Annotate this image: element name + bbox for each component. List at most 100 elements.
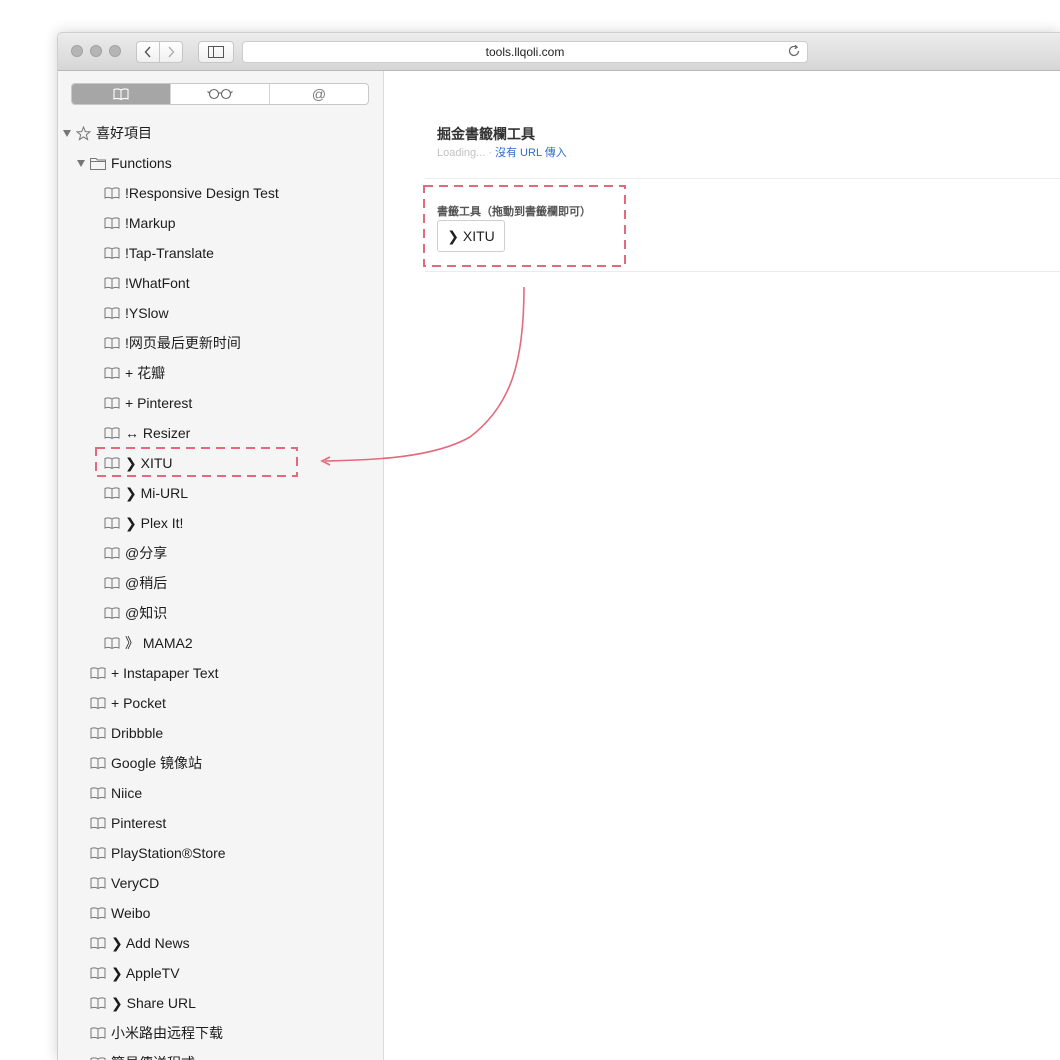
bookmark-item[interactable]: Niice [90, 778, 142, 808]
bookmark-label: !YSlow [125, 305, 169, 321]
open-book-icon [90, 877, 106, 889]
tab-shared-links[interactable]: @ [269, 84, 368, 104]
separator-dot: · [488, 147, 492, 159]
open-book-icon [104, 427, 120, 439]
close-window-button[interactable] [71, 45, 83, 57]
bookmark-item[interactable]: ❯ Plex It! [104, 508, 183, 538]
open-book-icon [90, 697, 106, 709]
bookmark-label: Niice [111, 785, 143, 801]
open-book-icon [104, 607, 120, 619]
open-book-icon [104, 517, 120, 529]
bookmark-item[interactable]: @稍后 [104, 568, 167, 598]
browser-window: tools.llqoli.com @ 喜好項目 Functions !Respons… [57, 32, 1060, 1060]
bookmarks-sidebar: @ 喜好項目 Functions !Responsive Design Test !M… [58, 71, 384, 1060]
open-book-icon [90, 667, 106, 679]
bookmark-label: Weibo [111, 905, 151, 921]
bookmark-item[interactable]: + Instapaper Text [90, 658, 219, 688]
bookmark-item[interactable]: ❯ Mi-URL [104, 478, 188, 508]
bookmark-item[interactable]: Dribbble [90, 718, 163, 748]
bookmark-label: !Markup [125, 215, 176, 231]
bookmark-item[interactable]: !Markup [104, 208, 176, 238]
bookmark-item[interactable]: Pinterest [90, 808, 166, 838]
bookmark-item[interactable]: ❯ AppleTV [90, 958, 180, 988]
zoom-window-button[interactable] [109, 45, 121, 57]
open-book-icon [104, 397, 120, 409]
disclosure-triangle-icon[interactable] [63, 129, 71, 137]
bookmark-label: ❯ AppleTV [111, 964, 180, 981]
open-book-icon [104, 637, 120, 649]
bookmark-item[interactable]: @知识 [104, 598, 167, 628]
divider [425, 178, 1060, 179]
bookmark-item[interactable]: ↔ Resizer [104, 418, 190, 448]
bookmark-item[interactable]: 》 MAMA2 [104, 628, 193, 658]
open-book-icon [90, 937, 106, 949]
open-book-icon [90, 907, 106, 919]
forward-button[interactable] [159, 41, 183, 63]
open-book-icon [104, 457, 120, 469]
star-icon [76, 125, 91, 141]
bookmark-item[interactable]: !WhatFont [104, 268, 190, 298]
open-book-icon [104, 217, 120, 229]
bookmark-item[interactable]: + Pinterest [104, 388, 192, 418]
bookmark-item[interactable]: ❯ Add News [90, 928, 190, 958]
glasses-icon [207, 88, 233, 100]
bookmark-item[interactable]: ❯ XITU [104, 448, 173, 478]
open-book-icon [90, 787, 106, 799]
chevron-right-icon [168, 46, 175, 58]
xitu-bookmarklet-button[interactable]: ❯ XITU [437, 220, 505, 252]
bookmark-item[interactable]: !Responsive Design Test [104, 178, 279, 208]
tab-bookmarks[interactable] [72, 84, 170, 104]
url-text: tools.llqoli.com [485, 45, 565, 59]
divider [425, 271, 1060, 272]
bookmark-item[interactable]: Weibo [90, 898, 150, 928]
bookmark-item[interactable]: + 花瓣 [104, 358, 165, 388]
address-bar[interactable]: tools.llqoli.com [242, 41, 808, 63]
bookmark-label: ❯ XITU [125, 454, 173, 471]
bookmark-item[interactable]: !网页最后更新时间 [104, 328, 241, 358]
open-book-icon [104, 187, 120, 199]
bookmark-item[interactable]: !YSlow [104, 298, 169, 328]
open-book-icon [113, 88, 129, 100]
minimize-window-button[interactable] [90, 45, 102, 57]
open-book-icon [90, 997, 106, 1009]
bookmark-item[interactable]: 小米路由远程下载 [90, 1018, 223, 1048]
bookmark-label: Pinterest [111, 815, 167, 831]
sidebar-icon [208, 46, 224, 58]
bookmark-label: Functions [111, 155, 172, 171]
functions-folder[interactable]: Functions [77, 148, 172, 178]
bookmark-item[interactable]: VeryCD [90, 868, 159, 898]
open-book-icon [104, 307, 120, 319]
at-sign-icon: @ [311, 86, 327, 102]
bookmark-item[interactable]: Google 镜像站 [90, 748, 202, 778]
browser-toolbar: tools.llqoli.com [58, 33, 1060, 71]
bookmark-label: 》 MAMA2 [125, 635, 193, 651]
disclosure-triangle-icon[interactable] [77, 159, 85, 167]
bookmark-item[interactable]: ❯ Share URL [90, 988, 196, 1018]
bookmark-label: !Responsive Design Test [125, 185, 279, 201]
bookmark-label: ❯ Plex It! [125, 514, 184, 531]
bookmark-label: !WhatFont [125, 275, 190, 291]
bookmark-label: + Pocket [111, 695, 166, 711]
open-book-icon [90, 1027, 106, 1039]
open-book-icon [90, 727, 106, 739]
no-url-link[interactable]: 沒有 URL 傳入 [495, 147, 567, 159]
favorites-folder[interactable]: 喜好項目 [63, 118, 152, 148]
folder-icon [90, 157, 106, 170]
reload-icon [788, 44, 800, 57]
bookmark-label: + Pinterest [125, 395, 193, 411]
bookmark-label: VeryCD [111, 875, 160, 891]
reload-button[interactable] [787, 44, 801, 64]
bookmark-item[interactable]: PlayStation®Store [90, 838, 226, 868]
tab-reading-list[interactable] [170, 84, 269, 104]
back-button[interactable] [136, 41, 160, 63]
page-content: 掘金書籤欄工具 Loading... · 沒有 URL 傳入 書籤工具（拖動到書籤欄… [385, 71, 1060, 1060]
bookmark-label: @知识 [125, 605, 168, 621]
open-book-icon [104, 247, 120, 259]
bookmark-item[interactable]: !Tap-Translate [104, 238, 214, 268]
bookmark-item[interactable]: @分享 [104, 538, 167, 568]
loading-text: Loading... [437, 147, 486, 159]
sidebar-toggle-button[interactable] [198, 41, 234, 63]
bookmark-item[interactable]: + Pocket [90, 688, 166, 718]
bookmark-label: ↔ Resizer [125, 425, 191, 441]
bookmark-item[interactable]: 簡易傳送程式 [90, 1048, 195, 1060]
